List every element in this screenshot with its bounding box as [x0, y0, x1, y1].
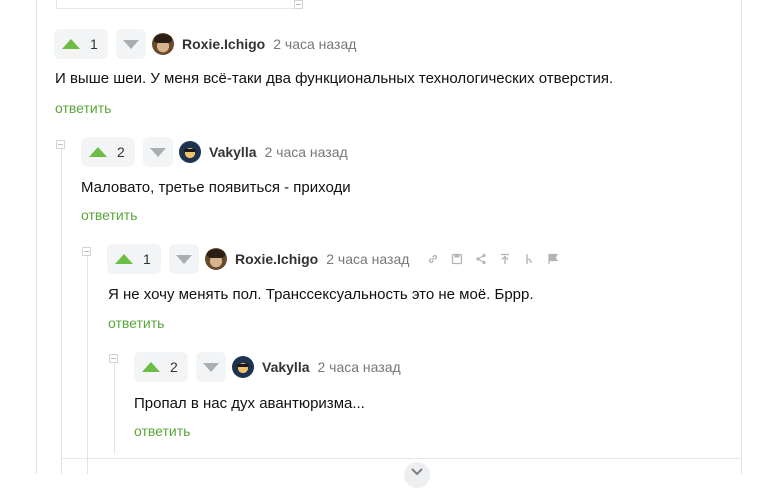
timestamp[interactable]: 2 часа назад [318, 359, 401, 375]
collapse-toggle[interactable] [294, 0, 303, 9]
reply-link[interactable]: ответить [134, 423, 190, 439]
username[interactable]: Roxie.Ichigo [235, 251, 318, 267]
comment-header: Vakylla 2 часа назад [179, 140, 348, 164]
upvote-button[interactable]: 1 [54, 29, 108, 59]
downvote-button[interactable] [196, 352, 226, 382]
vote-count: 2 [170, 359, 178, 375]
downvote-arrow-icon [176, 254, 192, 264]
load-more-button[interactable] [404, 462, 430, 488]
downvote-arrow-icon [203, 362, 219, 372]
avatar[interactable] [205, 248, 227, 270]
upvote-arrow-icon [142, 362, 160, 372]
downvote-arrow-icon [150, 147, 166, 157]
collapse-toggle[interactable] [56, 140, 65, 149]
save-icon[interactable] [451, 253, 463, 265]
thread-line [114, 362, 115, 454]
chevron-down-icon [411, 468, 423, 476]
avatar[interactable] [179, 141, 201, 163]
upvote-arrow-icon [62, 39, 80, 49]
divider [61, 458, 741, 459]
reply-link[interactable]: ответить [55, 100, 111, 116]
upvote-button[interactable]: 2 [134, 352, 188, 382]
thread-line [741, 0, 742, 474]
reply-link[interactable]: ответить [108, 315, 164, 331]
username[interactable]: Vakylla [209, 144, 257, 160]
thread-line [36, 0, 37, 474]
collapse-toggle[interactable] [82, 247, 91, 256]
downvote-button[interactable] [143, 137, 173, 167]
vote-controls: 1 [54, 29, 146, 59]
link-icon[interactable] [427, 253, 439, 265]
timestamp[interactable]: 2 часа назад [326, 251, 409, 267]
reply-link[interactable]: ответить [81, 207, 137, 223]
timestamp[interactable]: 2 часа назад [265, 144, 348, 160]
upvote-button[interactable]: 2 [81, 137, 135, 167]
vote-count: 2 [117, 144, 125, 160]
vote-controls: 2 [134, 352, 226, 382]
comment-tools [415, 253, 559, 265]
vote-controls: 1 [107, 244, 199, 274]
upvote-arrow-icon [115, 254, 133, 264]
thread-line [56, 0, 57, 8]
divider [56, 8, 294, 9]
avatar[interactable] [152, 33, 174, 55]
username[interactable]: Vakylla [262, 359, 310, 375]
comment-header: Vakylla 2 часа назад [232, 355, 401, 379]
comment-header: Roxie.Ichigo 2 часа назад [152, 32, 356, 56]
vote-count: 1 [90, 36, 98, 52]
collapse-toggle[interactable] [109, 354, 118, 363]
branch-icon[interactable] [523, 253, 535, 265]
downvote-button[interactable] [169, 244, 199, 274]
upvote-button[interactable]: 1 [107, 244, 161, 274]
scroll-up-icon[interactable] [499, 253, 511, 265]
comment-header: Roxie.Ichigo 2 часа назад [205, 247, 559, 271]
share-icon[interactable] [475, 253, 487, 265]
comment-text: И выше шеи. У меня всё-таки два функцион… [55, 70, 614, 87]
username[interactable]: Roxie.Ichigo [182, 36, 265, 52]
upvote-arrow-icon [89, 147, 107, 157]
thread-line [61, 147, 62, 474]
comment-text: Пропал в нас дух авантюризма... [134, 395, 365, 412]
downvote-arrow-icon [123, 39, 139, 49]
thread-line [61, 458, 62, 474]
comment-text: Я не хочу менять пол. Транссексуальность… [108, 286, 534, 303]
downvote-button[interactable] [116, 29, 146, 59]
timestamp[interactable]: 2 часа назад [273, 36, 356, 52]
avatar[interactable] [232, 356, 254, 378]
thread-line [87, 255, 88, 474]
vote-count: 1 [143, 251, 151, 267]
flag-icon[interactable] [547, 253, 559, 265]
vote-controls: 2 [81, 137, 173, 167]
comment-text: Маловато, третье появиться - приходи [81, 179, 351, 196]
